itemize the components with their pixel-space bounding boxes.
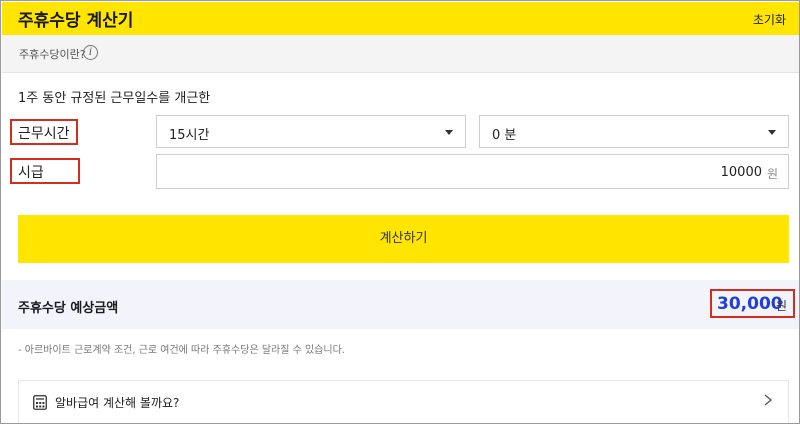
hourly-wage-input[interactable]: 10000 원 xyxy=(156,154,789,189)
notice-text: - 아르바이트 근로계약 조건, 근로 여건에 따라 주휴수당은 달라질 수 있… xyxy=(18,345,345,356)
calculate-button[interactable]: 계산하기 xyxy=(18,215,789,263)
info-link[interactable]: 주휴수당이란? xyxy=(19,46,86,62)
wage-unit: 원 xyxy=(766,167,778,181)
hours-select-value: 15시간 xyxy=(169,128,210,143)
page-title: 주휴수당 계산기 xyxy=(18,11,134,31)
work-hours-label: 근무시간 xyxy=(10,119,78,145)
calculator-window: 주휴수당 계산기 초기화 주휴수당이란? i 1주 동안 규정된 근무일수를 개… xyxy=(0,0,800,424)
hourly-wage-label: 시급 xyxy=(10,158,80,184)
promo-card[interactable]: 알바급여 계산해 볼까요? xyxy=(18,380,789,423)
minutes-select-value: 0 분 xyxy=(492,128,517,143)
instruction-text: 1주 동안 규정된 근무일수를 개근한 xyxy=(18,91,211,106)
hours-select[interactable]: 15시간 xyxy=(156,115,466,148)
hourly-wage-value: 10000 xyxy=(720,165,762,180)
info-icon[interactable]: i xyxy=(83,45,98,60)
result-amount: 30,000 xyxy=(717,294,783,314)
caret-down-icon xyxy=(768,130,776,135)
result-bar: 주휴수당 예상금액 30,000 원 xyxy=(2,280,799,329)
chevron-right-icon xyxy=(764,394,773,406)
info-bar: 주휴수당이란? i xyxy=(2,35,799,73)
calculator-icon xyxy=(33,395,47,410)
promo-text: 알바급여 계산해 볼까요? xyxy=(55,396,180,410)
minutes-select[interactable]: 0 분 xyxy=(479,115,789,148)
reset-button[interactable]: 초기화 xyxy=(753,11,786,28)
result-label: 주휴수당 예상금액 xyxy=(18,301,119,316)
result-amount-box: 30,000 원 xyxy=(710,289,795,318)
result-amount-unit: 원 xyxy=(776,299,788,313)
caret-down-icon xyxy=(445,130,453,135)
header-bar: 주휴수당 계산기 초기화 xyxy=(2,2,799,35)
